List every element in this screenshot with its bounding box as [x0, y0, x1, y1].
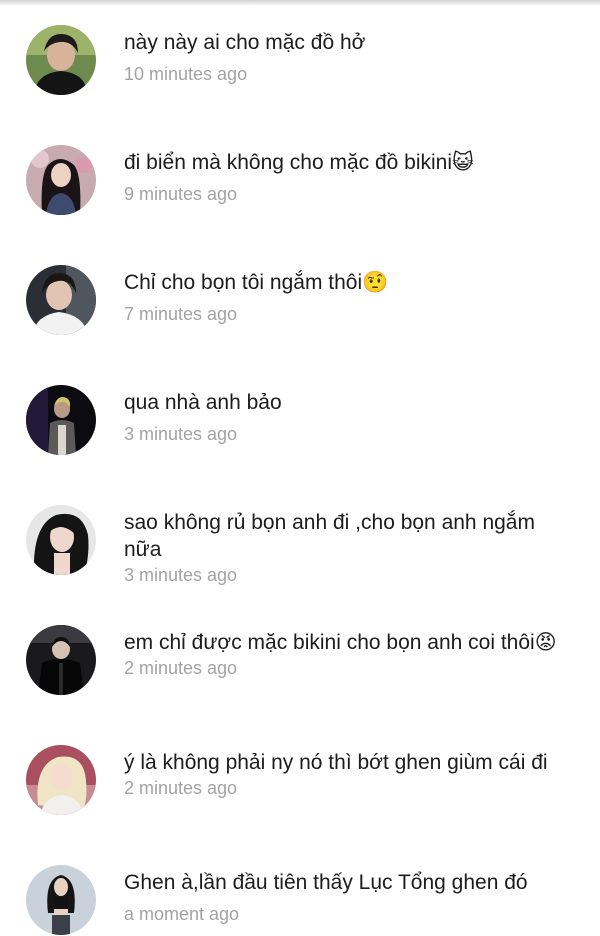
comment-timestamp: a moment ago: [124, 904, 240, 924]
comment-timestamp: 10 minutes ago: [124, 64, 248, 84]
avatar[interactable]: [26, 265, 96, 335]
comment-text: Ghen à,lần đầu tiên thấy Lục Tổng ghen đ…: [124, 871, 528, 894]
comment-timestamp: 3 minutes ago: [124, 565, 238, 585]
comment-timestamp: 2 minutes ago: [124, 778, 238, 798]
avatar[interactable]: [26, 385, 96, 455]
comment-text: Chỉ cho bọn tôi ngắm thôi🤨: [124, 271, 389, 294]
avatar[interactable]: [26, 505, 96, 575]
comment-timestamp: 9 minutes ago: [124, 184, 238, 204]
comment-text: qua nhà anh bảo: [124, 391, 282, 414]
avatar[interactable]: [26, 25, 96, 95]
avatar[interactable]: [26, 625, 96, 695]
comment-list: này này ai cho mặc đồ hở 10 minutes ago …: [0, 0, 600, 936]
comment-text: đi biển mà không cho mặc đồ bikini😺: [124, 151, 474, 174]
avatar[interactable]: [26, 145, 96, 215]
comment-timestamp: 2 minutes ago: [124, 658, 238, 678]
comment-text: sao không rủ bọn anh đi ,cho bọn anh ngắ…: [124, 511, 535, 561]
avatar[interactable]: [26, 865, 96, 935]
comment-text: ý là không phải ny nó thì bớt ghen giùm …: [124, 751, 548, 774]
comment-timestamp: 7 minutes ago: [124, 304, 238, 324]
comment-text: em chỉ được mặc bikini cho bọn anh coi t…: [124, 631, 557, 654]
avatar[interactable]: [26, 745, 96, 815]
comment-text: này này ai cho mặc đồ hở: [124, 31, 366, 54]
comment-timestamp: 3 minutes ago: [124, 424, 238, 444]
